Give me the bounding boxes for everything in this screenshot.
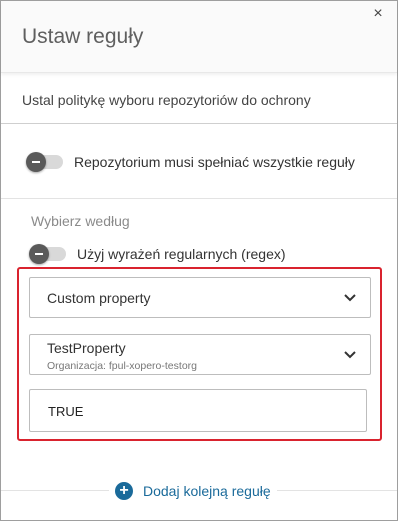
regex-toggle[interactable] — [29, 244, 66, 264]
property-select[interactable]: TestProperty Organizacja: fpul-xopero-te… — [29, 334, 371, 375]
toggle-knob — [26, 152, 46, 172]
select-by-label: Wybierz według — [31, 213, 130, 229]
policy-description: Ustal politykę wyboru repozytoriów do oc… — [22, 92, 311, 108]
close-icon[interactable]: × — [371, 6, 385, 22]
match-all-toggle-label: Repozytorium musi spełniać wszystkie reg… — [74, 154, 355, 170]
regex-toggle-label: Użyj wyrażeń regularnych (regex) — [77, 246, 286, 262]
policy-description-row: Ustal politykę wyboru repozytoriów do oc… — [1, 74, 397, 124]
toggle-knob — [29, 244, 49, 264]
property-value-text: TRUE — [48, 404, 84, 419]
property-select-value: TestProperty — [47, 340, 126, 356]
plus-circle-icon: + — [115, 482, 133, 500]
divider — [1, 198, 397, 199]
add-rule-label: Dodaj kolejną regułę — [143, 483, 271, 499]
chevron-down-icon — [344, 294, 356, 302]
add-rule-button[interactable]: + Dodaj kolejną regułę — [109, 480, 277, 502]
property-value-field[interactable]: TRUE — [29, 389, 367, 432]
match-all-toggle[interactable] — [26, 152, 63, 172]
property-select-hint: Organizacja: fpul-xopero-testorg — [47, 360, 197, 372]
dialog-header: Ustaw reguły × — [1, 1, 397, 73]
rule-type-select[interactable]: Custom property — [29, 277, 371, 318]
dialog: Ustaw reguły × Ustal politykę wyboru rep… — [0, 0, 398, 521]
chevron-down-icon — [344, 351, 356, 359]
dialog-title: Ustaw reguły — [22, 25, 144, 48]
rule-type-select-value: Custom property — [47, 290, 151, 306]
